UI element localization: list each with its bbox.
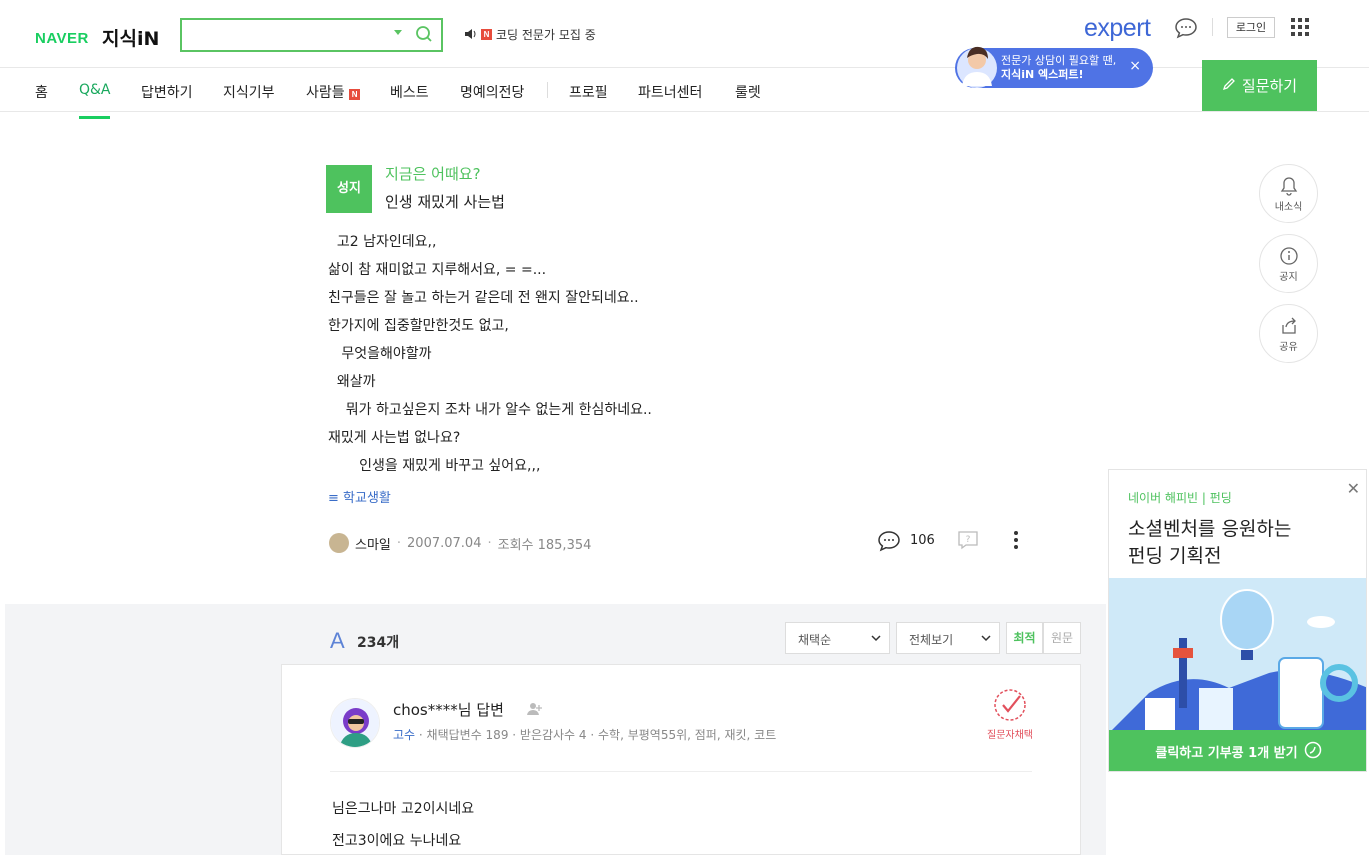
new-badge: N	[481, 29, 492, 40]
nav-roulette[interactable]: 룰렛	[735, 82, 761, 102]
question-tag[interactable]: ≡ 학교생활	[328, 487, 391, 506]
chevron-down-icon	[871, 635, 881, 642]
chevron-down-icon	[981, 635, 991, 642]
nav-home[interactable]: 홈	[35, 82, 48, 102]
comment-count[interactable]: 106	[910, 533, 935, 548]
new-badge: N	[349, 89, 361, 100]
tag-list-icon: ≡	[328, 491, 339, 506]
share-label: 공유	[1279, 342, 1298, 353]
nav-best[interactable]: 베스트	[390, 82, 429, 102]
nav-profile[interactable]: 프로필	[569, 82, 608, 102]
nav-active-indicator	[79, 116, 110, 119]
service-logo[interactable]: 지식iN	[102, 24, 159, 51]
nav-answer[interactable]: 답변하기	[141, 82, 193, 102]
ad-banner[interactable]: 네이버 해피빈 | 펀딩 ✕ 소셜벤처를 응원하는 펀딩 기획전 클릭하고 기부…	[1108, 469, 1367, 772]
notice-button[interactable]: 공지	[1259, 234, 1318, 293]
share-button[interactable]: 공유	[1259, 304, 1318, 363]
search-box	[180, 18, 443, 52]
holy-ground-badge: 성지	[326, 165, 372, 213]
nav-partner-center[interactable]: 파트너센터	[638, 82, 702, 102]
apps-grid-icon[interactable]	[1291, 18, 1309, 40]
answer-body: 님은그나마 고2이시네요 전고3이에요 누나네요	[332, 793, 474, 855]
main-nav: 홈 Q&A 답변하기 지식기부 사람들 N 베스트 명예의전당 프로필 파트너센…	[0, 68, 1369, 112]
question-body: 고2 남자인데요,, 삶이 참 재미없고 지루해서요, = =... 친구들은 …	[328, 234, 652, 474]
expert-logo[interactable]: expert	[1084, 14, 1151, 43]
notice-label: 공지	[1279, 272, 1298, 283]
bell-icon	[1280, 177, 1297, 196]
question-views: 조회수 185,354	[497, 537, 592, 553]
report-icon[interactable]: ?	[957, 530, 979, 554]
ad-title-line: 펀딩 기획전	[1128, 545, 1222, 567]
pencil-icon	[1222, 77, 1236, 95]
sort-select-value: 채택순	[798, 633, 832, 647]
question-date: 2007.07.04	[407, 535, 482, 551]
ad-tag: 네이버 해피빈 | 펀딩	[1128, 491, 1232, 505]
check-stamp-icon	[994, 689, 1026, 721]
chat-icon[interactable]	[1174, 17, 1198, 43]
divider	[330, 771, 1032, 772]
close-icon[interactable]: ×	[1129, 59, 1141, 73]
chosen-badge: 질문자채택	[980, 687, 1040, 741]
question-subtitle: 지금은 어때요?	[385, 165, 481, 183]
question-meta: 스마일 · 2007.07.04 · 조회수 185,354	[329, 533, 591, 553]
naver-logo[interactable]: NAVER	[35, 30, 89, 47]
ask-question-button[interactable]: 질문하기	[1202, 60, 1317, 111]
nav-people-label: 사람들	[306, 85, 345, 101]
notice-banner[interactable]: N 코딩 전문가 모집 중	[465, 26, 596, 43]
add-friend-icon[interactable]	[527, 701, 543, 720]
view-best-button[interactable]: 최적	[1006, 622, 1043, 654]
comment-icon[interactable]	[877, 530, 901, 556]
login-button[interactable]: 로그인	[1227, 17, 1275, 38]
answerer-stats: · 채택답변수 189 · 받은감사수 4 · 수학, 부평역55위, 점퍼, …	[415, 728, 777, 742]
search-dropdown-icon[interactable]	[394, 30, 402, 35]
answerer-name[interactable]: chos****님 답변	[393, 699, 504, 720]
nav-divider	[547, 82, 548, 98]
nav-people[interactable]: 사람들 N	[306, 82, 361, 102]
question-title: 인생 재밌게 사는법	[385, 193, 505, 211]
nav-hall-of-fame[interactable]: 명예의전당	[460, 82, 524, 102]
answer-a-icon: A	[330, 628, 345, 653]
ad-illustration	[1109, 578, 1366, 733]
speaker-icon	[465, 28, 477, 42]
ad-title-line: 소셜벤처를 응원하는	[1128, 518, 1292, 540]
notice-text: 코딩 전문가 모집 중	[496, 28, 596, 42]
question-author[interactable]: 스마일	[355, 534, 391, 553]
meta-separator: ·	[396, 535, 402, 551]
more-options-icon[interactable]	[1013, 530, 1019, 554]
nav-donation[interactable]: 지식기부	[223, 82, 275, 102]
info-icon	[1279, 247, 1298, 265]
ad-title: 소셜벤처를 응원하는 펀딩 기획전	[1128, 516, 1291, 570]
avatar	[329, 533, 349, 553]
alarm-button[interactable]: 내소식	[1259, 164, 1318, 223]
filter-select-value: 전체보기	[909, 633, 954, 647]
chosen-label: 질문자채택	[987, 730, 1033, 741]
bean-icon	[1304, 741, 1322, 763]
meta-separator: ·	[487, 535, 492, 551]
answer-line: 님은그나마 고2이시네요	[332, 801, 475, 817]
answerer-meta: 고수 · 채택답변수 189 · 받은감사수 4 · 수학, 부평역55위, 점…	[393, 726, 776, 743]
ad-cta-label: 클릭하고 기부콩 1개 받기	[1155, 746, 1298, 761]
answer-count: 234개	[357, 635, 400, 651]
ask-question-label: 질문하기	[1241, 77, 1298, 95]
search-icon[interactable]	[414, 24, 434, 48]
answer-card: chos****님 답변 고수 · 채택답변수 189 · 받은감사수 4 · …	[281, 664, 1081, 855]
question-tag-label: 학교생활	[343, 491, 391, 506]
alarm-label: 내소식	[1274, 202, 1303, 213]
svg-text:?: ?	[966, 535, 971, 545]
header-divider	[1212, 18, 1213, 36]
expert-avatar-icon	[955, 42, 999, 88]
nav-qna[interactable]: Q&A	[79, 82, 111, 98]
ad-cta-button[interactable]: 클릭하고 기부콩 1개 받기	[1109, 730, 1366, 771]
answerer-grade[interactable]: 고수	[393, 728, 415, 742]
close-icon[interactable]: ✕	[1347, 479, 1360, 498]
expert-tooltip[interactable]: 전문가 상담이 필요할 땐, 지식iN 엑스퍼트! ×	[955, 46, 1153, 88]
search-input[interactable]	[186, 24, 386, 46]
share-icon	[1281, 317, 1296, 334]
filter-select[interactable]: 전체보기	[896, 622, 1000, 654]
header: NAVER 지식iN N 코딩 전문가 모집 중 expert 로그인	[0, 0, 1369, 68]
answer-line: 전고3이에요 누나네요	[332, 833, 462, 849]
avatar[interactable]	[330, 698, 380, 748]
sort-select[interactable]: 채택순	[785, 622, 890, 654]
view-original-button[interactable]: 원문	[1043, 622, 1081, 654]
